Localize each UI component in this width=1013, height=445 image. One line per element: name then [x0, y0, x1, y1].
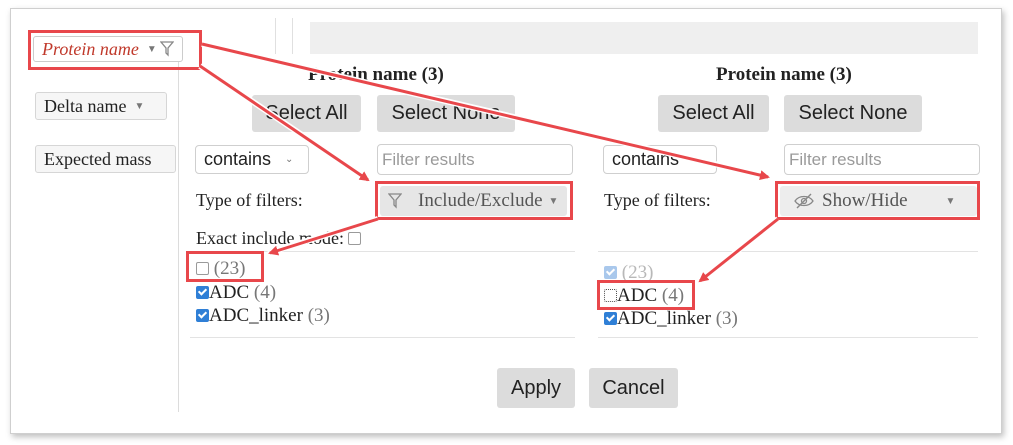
arrow-to-left-empty-item — [267, 216, 379, 256]
arrow-to-right-adc-item — [696, 216, 780, 285]
annotation-arrows — [198, 41, 780, 285]
arrow-to-right-type — [201, 41, 771, 181]
arrow-to-left-type — [198, 63, 372, 184]
